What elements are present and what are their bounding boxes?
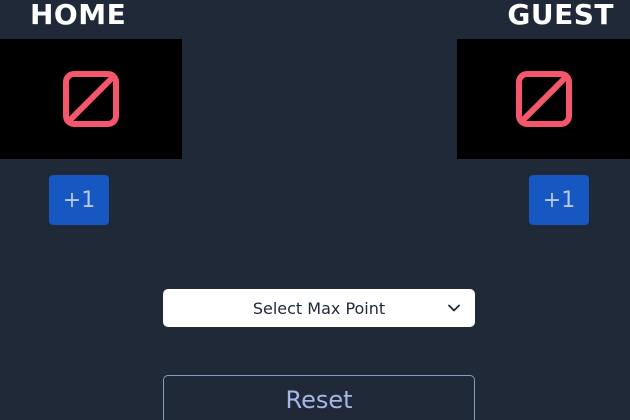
max-point-select[interactable]: Select Max Point (163, 289, 475, 327)
home-plus-one-button[interactable]: +1 (49, 175, 109, 225)
null-set-icon (515, 71, 572, 127)
chevron-down-icon (448, 304, 460, 312)
guest-score-display (457, 39, 630, 159)
home-title: HOME (30, 0, 127, 31)
guest-title: GUEST (507, 0, 614, 31)
null-set-icon (63, 71, 119, 127)
scoreboard-page: HOME GUEST +1 +1 Select Max Point Reset (0, 0, 630, 420)
home-score-display (0, 39, 182, 159)
guest-plus-one-button[interactable]: +1 (529, 175, 589, 225)
max-point-select-value: Select Max Point (252, 298, 386, 318)
reset-button[interactable]: Reset (163, 375, 475, 420)
